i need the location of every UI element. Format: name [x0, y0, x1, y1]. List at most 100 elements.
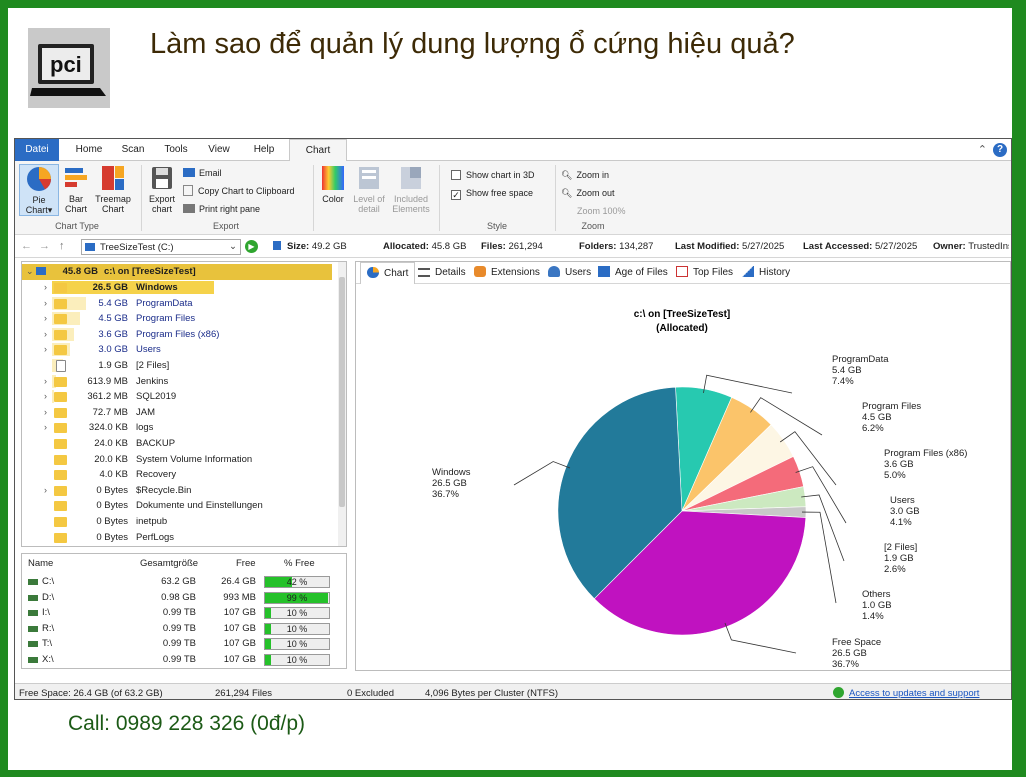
- chevron-right-icon[interactable]: ›: [44, 483, 47, 499]
- tree-row[interactable]: 0 Bytes Dokumente und Einstellungen: [22, 498, 332, 514]
- tree-row[interactable]: 24.0 KB BACKUP: [22, 436, 332, 452]
- export-chart-button[interactable]: Export chart: [145, 164, 179, 214]
- tab-tools[interactable]: Tools: [157, 139, 195, 161]
- tree-row[interactable]: › 4.5 GB Program Files: [22, 311, 332, 327]
- chart-title: c:\ on [TreeSizeTest]: [634, 309, 731, 320]
- collapse-ribbon-icon[interactable]: ⌃: [978, 143, 987, 156]
- chevron-right-icon[interactable]: ›: [44, 420, 47, 436]
- level-of-detail-button[interactable]: Level of detail: [351, 164, 387, 214]
- calendar-icon: [598, 266, 610, 277]
- tab-details[interactable]: Details: [418, 262, 466, 284]
- tab-top-files[interactable]: Top Files: [676, 262, 733, 284]
- tree-scrollbar-thumb[interactable]: [339, 277, 345, 507]
- chevron-right-icon[interactable]: ›: [44, 405, 47, 421]
- pie-chart-button[interactable]: Pie Chart▾: [19, 164, 59, 216]
- tree-row-name: JAM: [136, 406, 155, 418]
- drive-row[interactable]: R:\ 0.99 TB 107 GB 10 %: [22, 621, 342, 637]
- drive-icon: [28, 610, 38, 617]
- tree-root-row[interactable]: ⌄ 45.8 GB c:\ on [TreeSizeTest]: [22, 264, 332, 280]
- copy-chart-button[interactable]: Copy Chart to Clipboard: [183, 185, 295, 197]
- status-free-space: Free Space: 26.4 GB (of 63.2 GB): [19, 688, 163, 699]
- drive-free: 107 GB: [223, 654, 256, 665]
- drive-row[interactable]: X:\ 0.99 TB 107 GB 10 %: [22, 652, 342, 668]
- tree-row-size: 0 Bytes: [96, 500, 128, 512]
- drive-free: 107 GB: [223, 622, 256, 634]
- pie-chart[interactable]: c:\ on [TreeSizeTest] (Allocated) Progra…: [356, 285, 1010, 670]
- tree-row[interactable]: › 3.6 GB Program Files (x86): [22, 327, 332, 343]
- chevron-right-icon[interactable]: ›: [44, 296, 47, 312]
- tab-chart-view[interactable]: Chart: [360, 262, 416, 284]
- tab-chart[interactable]: Chart: [289, 139, 347, 162]
- tree-row[interactable]: › 3.0 GB Users: [22, 342, 332, 358]
- help-icon[interactable]: ?: [993, 143, 1007, 157]
- drives-header-total[interactable]: Gesamtgröße: [140, 558, 198, 572]
- tree-row-name: Recovery: [136, 469, 177, 481]
- tree-row[interactable]: 1.9 GB [2 Files]: [22, 358, 332, 374]
- zoom-out-button[interactable]: 🔍︎ Zoom out: [561, 187, 614, 199]
- updates-link[interactable]: Access to updates and support: [849, 688, 979, 699]
- copy-icon: [183, 185, 193, 196]
- tree-row[interactable]: › 0 Bytes $Recycle.Bin: [22, 483, 332, 499]
- drives-header-free[interactable]: Free: [236, 558, 256, 572]
- tree-row[interactable]: 20.0 KB System Volume Information: [22, 452, 332, 468]
- leader-line: [703, 374, 793, 394]
- chevron-right-icon[interactable]: ›: [44, 280, 47, 296]
- tab-age-of-files[interactable]: Age of Files: [598, 262, 668, 284]
- folder-icon: [54, 532, 67, 543]
- tree-row[interactable]: 4.0 KB Recovery: [22, 467, 332, 483]
- up-arrow-icon[interactable]: ↑: [59, 240, 65, 252]
- tree-row[interactable]: › 613.9 MB Jenkins: [22, 374, 332, 390]
- tree-row[interactable]: › 26.5 GB Windows: [22, 280, 332, 296]
- drive-free: 107 GB: [223, 638, 256, 650]
- color-label: Color: [322, 194, 344, 204]
- chevron-right-icon[interactable]: ›: [44, 342, 47, 358]
- tab-scan[interactable]: Scan: [115, 139, 151, 161]
- chevron-right-icon[interactable]: ›: [44, 389, 47, 405]
- path-select[interactable]: TreeSizeTest (C:) ⌄: [81, 239, 241, 255]
- chevron-right-icon[interactable]: ›: [44, 327, 47, 343]
- tree-scrollbar[interactable]: [338, 262, 346, 546]
- drives-header-name[interactable]: Name: [28, 558, 53, 572]
- start-scan-icon[interactable]: ▶: [245, 240, 258, 253]
- tree-row-name: Jenkins: [136, 375, 169, 387]
- show-free-space-checkbox[interactable]: ✓ Show free space: [451, 187, 533, 200]
- drives-header-pct[interactable]: % Free: [284, 558, 315, 572]
- chevron-right-icon[interactable]: ›: [44, 374, 47, 390]
- tab-home[interactable]: Home: [69, 139, 109, 161]
- tree-row[interactable]: › 5.4 GB ProgramData: [22, 296, 332, 312]
- drive-row[interactable]: D:\ 0.98 GB 993 MB 99 %: [22, 590, 342, 606]
- chevron-down-icon: ⌄: [26, 266, 34, 276]
- bar-chart-button[interactable]: Bar Chart: [61, 164, 91, 214]
- tab-extensions[interactable]: Extensions: [474, 262, 540, 284]
- tab-datei[interactable]: Datei: [15, 139, 59, 161]
- included-elements-button[interactable]: Included Elements: [389, 164, 433, 214]
- drive-row[interactable]: C:\ 63.2 GB 26.4 GB 42 %: [22, 574, 342, 590]
- show-3d-checkbox[interactable]: Show chart in 3D: [451, 169, 535, 181]
- tree-row[interactable]: › 361.2 MB SQL2019: [22, 389, 332, 405]
- tree-row[interactable]: 0 Bytes PerfLogs: [22, 530, 332, 546]
- zoom-in-button[interactable]: 🔍︎ Zoom in: [561, 169, 609, 181]
- print-pane-label: Print right pane: [199, 204, 261, 214]
- treesize-window: Datei Home Scan Tools View Help Chart ⌃ …: [14, 138, 1012, 700]
- drive-free: 26.4 GB: [221, 576, 256, 587]
- drive-row[interactable]: I:\ 0.99 TB 107 GB 10 %: [22, 605, 342, 621]
- zoom-100-button[interactable]: Zoom 100%: [577, 205, 626, 217]
- folder-icon: [54, 454, 67, 465]
- tab-history[interactable]: History: [742, 262, 790, 284]
- tree-row[interactable]: 0 Bytes inetpub: [22, 514, 332, 530]
- tree-row[interactable]: › 72.7 MB JAM: [22, 405, 332, 421]
- tab-help[interactable]: Help: [245, 139, 283, 161]
- back-arrow-icon[interactable]: ←: [21, 240, 32, 252]
- folder-icon: [54, 298, 67, 309]
- tab-view[interactable]: View: [201, 139, 237, 161]
- tab-users[interactable]: Users: [548, 262, 591, 284]
- tab-users-label: Users: [565, 267, 592, 278]
- color-button[interactable]: Color: [317, 164, 349, 204]
- drive-row[interactable]: T:\ 0.99 TB 107 GB 10 %: [22, 636, 342, 652]
- tree-row[interactable]: › 324.0 KB logs: [22, 420, 332, 436]
- print-pane-button[interactable]: Print right pane: [183, 203, 260, 215]
- chevron-right-icon[interactable]: ›: [44, 311, 47, 327]
- forward-arrow-icon[interactable]: →: [39, 240, 50, 252]
- email-button[interactable]: Email: [183, 167, 222, 179]
- treemap-chart-button[interactable]: Treemap Chart: [93, 164, 133, 214]
